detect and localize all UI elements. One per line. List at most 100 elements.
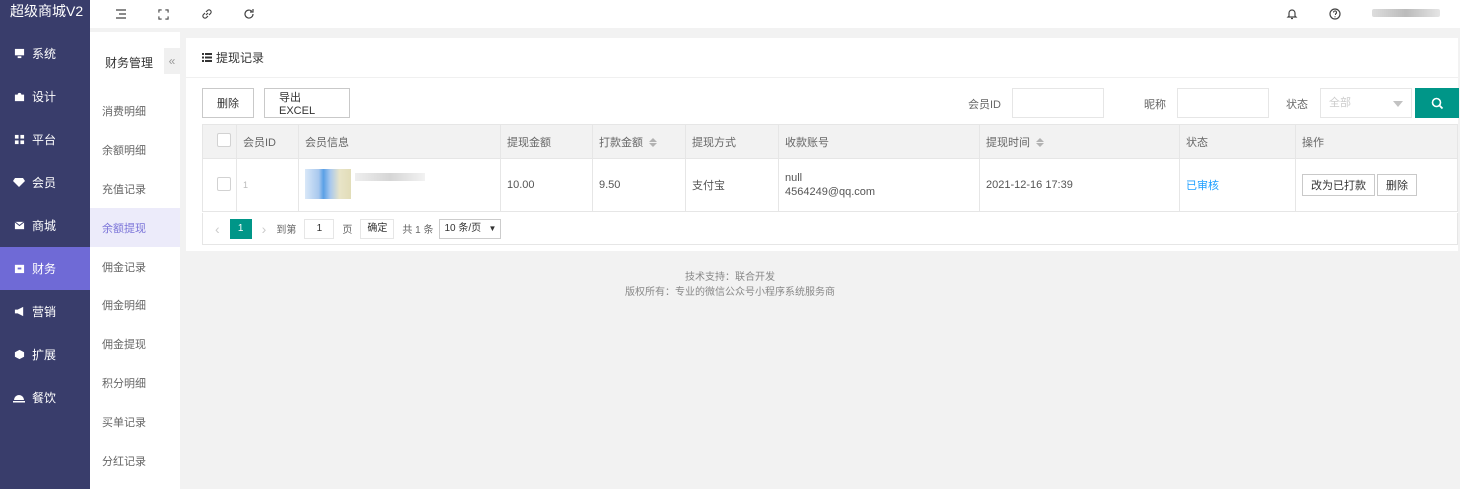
sidebar-item-design[interactable]: 设计 bbox=[0, 75, 90, 118]
sub-sidebar: 财务管理 « 消费明细 余额明细 充值记录 余额提现 佣金记录 佣金明细 佣金提… bbox=[90, 32, 180, 489]
app-logo: 超级商城V2 bbox=[10, 3, 84, 19]
list-icon bbox=[202, 53, 212, 62]
sidebar-item-label: 餐饮 bbox=[32, 391, 57, 405]
page-current[interactable]: 1 bbox=[229, 218, 252, 239]
status-select-value: 全部 bbox=[1329, 97, 1351, 109]
user-menu-avatar[interactable] bbox=[1372, 9, 1440, 17]
sidebar-item-label: 平台 bbox=[32, 133, 57, 147]
grid-icon bbox=[12, 133, 26, 147]
sidebar-item-catering[interactable]: 餐饮 bbox=[0, 376, 90, 419]
nickname-label: 昵称 bbox=[1144, 99, 1166, 111]
member-id-input[interactable] bbox=[1012, 88, 1104, 118]
sidebar-item-marketing[interactable]: 营销 bbox=[0, 290, 90, 333]
subnav-item-checkout-record[interactable]: 买单记录 bbox=[90, 402, 180, 441]
avatar bbox=[305, 167, 435, 201]
col-pay-amount-label: 打款金额 bbox=[599, 136, 643, 149]
search-button[interactable] bbox=[1415, 88, 1459, 118]
subnav-item-balance-detail[interactable]: 余额明细 bbox=[90, 131, 180, 170]
page-jump-input[interactable]: 1 bbox=[304, 218, 335, 239]
prev-page-icon[interactable]: ‹ bbox=[215, 221, 220, 237]
cloche-icon bbox=[12, 391, 26, 405]
sidebar-item-platform[interactable]: 平台 bbox=[0, 118, 90, 161]
row-delete-button[interactable]: 删除 bbox=[1377, 174, 1417, 196]
subnav-item-commission-withdraw[interactable]: 佣金提现 bbox=[90, 325, 180, 364]
col-time-label: 提现时间 bbox=[986, 136, 1030, 149]
row-checkbox-cell bbox=[202, 158, 237, 212]
select-all-cell bbox=[202, 124, 237, 159]
top-bar bbox=[90, 0, 1460, 28]
sidebar-item-mall[interactable]: 商城 bbox=[0, 204, 90, 247]
subnav-item-dividend-record[interactable]: 分红记录 bbox=[90, 441, 180, 480]
subnav-item-commission-detail[interactable]: 佣金明细 bbox=[90, 286, 180, 325]
mark-paid-button[interactable]: 改为已打款 bbox=[1302, 174, 1375, 196]
next-page-icon[interactable]: › bbox=[262, 221, 267, 237]
panel-header: 提现记录 bbox=[186, 38, 1458, 78]
page-unit-label: 页 bbox=[342, 225, 353, 236]
per-page-select[interactable]: 10 条/页 ▼ bbox=[439, 218, 502, 239]
total-count: 共 1 条 bbox=[402, 225, 434, 236]
goto-label: 到第 bbox=[276, 225, 297, 236]
sidebar-item-extension[interactable]: 扩展 bbox=[0, 333, 90, 376]
cell-member-info bbox=[298, 158, 501, 212]
select-all-checkbox[interactable] bbox=[217, 133, 231, 147]
row-checkbox[interactable] bbox=[217, 176, 231, 191]
subnav-item-recharge[interactable]: 充值记录 bbox=[90, 170, 180, 209]
member-id-label: 会员ID bbox=[968, 99, 1001, 111]
cell-pay-amount: 9.50 bbox=[592, 158, 686, 212]
subnav-item-balance-withdraw[interactable]: 余额提现 bbox=[90, 208, 180, 248]
wallet-icon bbox=[12, 262, 26, 276]
sort-icon[interactable] bbox=[1036, 138, 1044, 148]
nickname-input[interactable] bbox=[1177, 88, 1269, 118]
cell-member-id: 1 bbox=[236, 158, 299, 212]
account-line2: 4564249@qq.com bbox=[785, 186, 876, 198]
mail-icon bbox=[12, 219, 26, 233]
col-pay-amount[interactable]: 打款金额 bbox=[592, 124, 686, 159]
footer: 技术支持：联合开发 版权所有：专业的微信公众号小程序系统服务商 bbox=[180, 270, 1280, 300]
account-line1: null bbox=[785, 172, 803, 184]
cell-withdraw-amount: 10.00 bbox=[500, 158, 593, 212]
monitor-icon bbox=[12, 47, 26, 61]
subnav-item-consumption[interactable]: 消费明细 bbox=[90, 92, 180, 131]
status-select[interactable]: 全部 bbox=[1320, 88, 1412, 118]
subnav-item-points-detail[interactable]: 积分明细 bbox=[90, 364, 180, 403]
sidebar-item-label: 商城 bbox=[32, 219, 57, 233]
cell-actions: 改为已打款 删除 bbox=[1295, 158, 1458, 212]
sidebar-item-label: 财务 bbox=[32, 262, 57, 276]
withdraw-table: 会员ID 会员信息 提现金额 打款金额 提现方式 收款账号 提现时间 状态 操作… bbox=[202, 124, 1458, 212]
menu-toggle-icon[interactable] bbox=[112, 5, 130, 23]
diamond-icon bbox=[12, 176, 26, 190]
cube-icon bbox=[12, 348, 26, 362]
delete-button[interactable]: 删除 bbox=[202, 88, 254, 118]
collapse-button[interactable]: « bbox=[164, 48, 180, 74]
export-excel-button[interactable]: 导出EXCEL bbox=[264, 88, 350, 118]
subnav-title-text: 财务管理 bbox=[105, 55, 154, 70]
refresh-icon[interactable] bbox=[240, 5, 258, 23]
subnav-item-commission-record[interactable]: 佣金记录 bbox=[90, 247, 180, 286]
sidebar-item-label: 会员 bbox=[32, 176, 57, 190]
sidebar-item-member[interactable]: 会员 bbox=[0, 161, 90, 204]
footer-copyright: 版权所有：专业的微信公众号小程序系统服务商 bbox=[625, 287, 835, 298]
megaphone-icon bbox=[12, 305, 26, 319]
sidebar-item-label: 营销 bbox=[32, 305, 57, 319]
col-time[interactable]: 提现时间 bbox=[979, 124, 1180, 159]
cell-status: 已审核 bbox=[1179, 158, 1296, 212]
sidebar-item-label: 系统 bbox=[32, 47, 57, 61]
help-icon[interactable] bbox=[1326, 5, 1344, 23]
col-withdraw-amount: 提现金额 bbox=[500, 124, 593, 159]
sidebar-item-finance[interactable]: 财务 bbox=[0, 247, 90, 290]
link-icon[interactable] bbox=[198, 5, 216, 23]
page-confirm-button[interactable]: 确定 bbox=[360, 218, 395, 239]
sidebar-item-system[interactable]: 系统 bbox=[0, 32, 90, 75]
col-method: 提现方式 bbox=[685, 124, 779, 159]
sidebar-item-label: 设计 bbox=[32, 90, 57, 104]
fullscreen-icon[interactable] bbox=[154, 5, 172, 23]
puzzle-icon bbox=[12, 90, 26, 104]
col-status: 状态 bbox=[1179, 124, 1296, 159]
panel-title: 提现记录 bbox=[216, 51, 265, 65]
status-label: 状态 bbox=[1286, 99, 1308, 111]
footer-support: 技术支持：联合开发 bbox=[685, 272, 775, 283]
table-row: 1 10.00 9.50 支付宝 null 4564249@qq.com 202… bbox=[202, 158, 1458, 212]
withdraw-panel: 提现记录 删除 导出EXCEL 会员ID 昵称 状态 全部 会员ID 会员信息 … bbox=[186, 38, 1459, 251]
bell-icon[interactable] bbox=[1283, 5, 1301, 23]
sort-icon[interactable] bbox=[649, 138, 657, 148]
